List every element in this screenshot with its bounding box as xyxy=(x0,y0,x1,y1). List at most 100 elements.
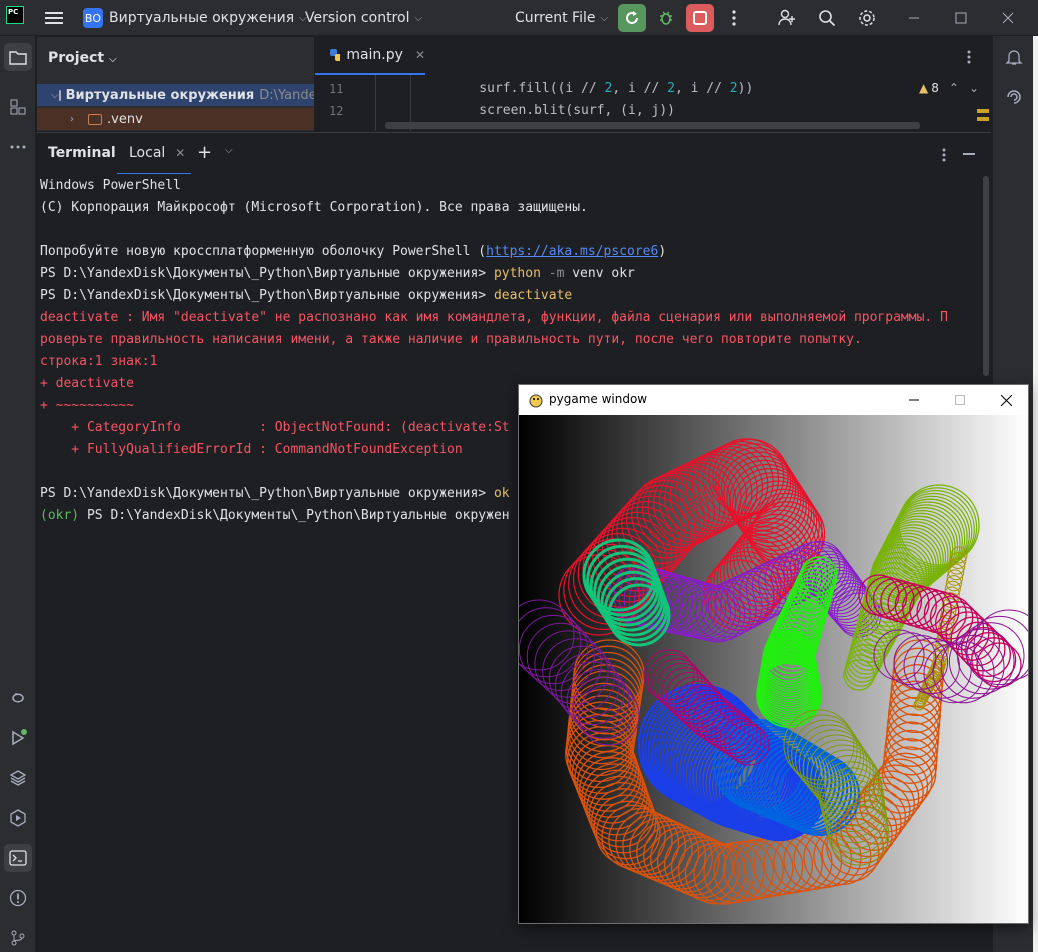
notifications-icon[interactable] xyxy=(1000,43,1028,71)
ai-assistant-icon[interactable] xyxy=(1000,83,1028,111)
project-panel: Project ⌵ ⌵ Виртуальные окружения D:\Yan… xyxy=(37,37,314,131)
terminal-line: Windows PowerShell xyxy=(40,178,181,193)
chevron-down-icon: ⌵ xyxy=(600,12,609,24)
error-stripe-marker[interactable] xyxy=(977,117,989,121)
line-number: 12 xyxy=(329,104,344,118)
title-bar: PC ВО Виртуальные окружения ⌵ Version co… xyxy=(0,0,1038,36)
chevron-down-icon: ⌵ xyxy=(414,12,423,24)
stop-icon[interactable] xyxy=(686,4,714,32)
tree-item-venv[interactable]: › .venv xyxy=(37,108,314,130)
tree-item-root[interactable]: ⌵ Виртуальные окружения D:\Yandex xyxy=(37,84,314,106)
root-folder-path: D:\Yandex xyxy=(259,87,314,103)
background-window-edge xyxy=(1033,36,1038,952)
project-folder-icon[interactable] xyxy=(4,43,32,71)
more-vertical-icon[interactable] xyxy=(942,147,946,166)
pygame-drawing xyxy=(519,415,1028,923)
code-area[interactable]: 11 12 surf.fill((i // 2, i // 2, i // 2)… xyxy=(315,75,991,131)
rerun-icon[interactable] xyxy=(618,4,646,32)
tab-label: main.py xyxy=(346,47,403,63)
terminal-line: PS D:\YandexDisk\Документы\_Python\Вирту… xyxy=(40,288,573,303)
terminal-line: PS D:\YandexDisk\Документы\_Python\Вирту… xyxy=(40,266,635,281)
root-folder-name: Виртуальные окружения xyxy=(65,87,255,103)
tab-label: Local xyxy=(129,145,166,161)
pygame-canvas[interactable] xyxy=(519,415,1028,923)
editor-panel: main.py ✕ 11 12 surf.fill((i // 2, i // … xyxy=(315,37,991,131)
venv-folder-name: .venv xyxy=(107,111,143,127)
left-tool-strip xyxy=(0,36,36,952)
python-file-icon xyxy=(330,49,341,61)
run-config-label: Current File xyxy=(515,10,596,26)
folder-icon xyxy=(58,89,61,101)
tab-local[interactable]: Local ✕ xyxy=(117,133,191,175)
chevron-down-icon: ⌵ xyxy=(51,89,59,101)
pygame-window[interactable]: pygame window xyxy=(518,384,1029,924)
maximize-icon[interactable] xyxy=(947,4,975,32)
run-icon[interactable] xyxy=(4,724,32,752)
python-console-icon[interactable] xyxy=(4,684,32,712)
folder-icon xyxy=(88,113,102,125)
terminal-error-line: + FullyQualifiedErrorId : CommandNotFoun… xyxy=(40,442,463,457)
hide-panel-icon[interactable] xyxy=(963,153,975,155)
tab-close-icon[interactable]: ✕ xyxy=(415,48,425,62)
terminal-error-line: роверьте правильность написания имени, а… xyxy=(40,332,862,347)
next-issue-icon[interactable]: ⌄ xyxy=(969,81,979,95)
problems-icon[interactable] xyxy=(4,884,32,912)
run-config-selector[interactable]: Current File ⌵ xyxy=(515,0,608,36)
terminal-scrollbar[interactable] xyxy=(983,176,989,376)
maximize-icon[interactable] xyxy=(937,385,983,415)
terminal-icon[interactable] xyxy=(4,844,32,872)
structure-icon[interactable] xyxy=(4,93,32,121)
inspection-widget[interactable]: ▲ 8 ⌃ ⌄ xyxy=(919,81,979,95)
add-terminal-icon[interactable]: + xyxy=(197,142,212,163)
project-switcher[interactable]: ВО Виртуальные окружения ⌵ xyxy=(83,0,307,36)
services-icon[interactable] xyxy=(4,804,32,832)
pygame-window-title: pygame window xyxy=(549,392,648,406)
chevron-down-icon[interactable]: ⌵ xyxy=(225,145,233,156)
terminal-line: PS D:\YandexDisk\Документы\_Python\Вирту… xyxy=(40,486,510,501)
project-name: Виртуальные окружения xyxy=(109,10,295,26)
minimize-icon[interactable] xyxy=(891,385,937,415)
pygame-title-bar[interactable]: pygame window xyxy=(519,385,1028,415)
vcs-label: Version control xyxy=(305,10,410,26)
terminal-error-line: + CategoryInfo : ObjectNotFound: (deacti… xyxy=(40,420,510,435)
warning-icon: ▲ xyxy=(919,81,929,95)
git-icon[interactable] xyxy=(4,924,32,952)
terminal-error-line: строка:1 знак:1 xyxy=(40,354,158,369)
tab-main-py[interactable]: main.py ✕ xyxy=(315,37,425,75)
debug-icon[interactable] xyxy=(652,4,680,32)
layers-icon[interactable] xyxy=(4,764,32,792)
add-user-icon[interactable] xyxy=(773,4,801,32)
terminal-error-line: deactivate : Имя "deactivate" не распозн… xyxy=(40,310,948,325)
pscore-link[interactable]: https://aka.ms/pscore6 xyxy=(486,244,658,259)
vcs-menu[interactable]: Version control ⌵ xyxy=(305,0,422,36)
line-number: 11 xyxy=(329,82,344,96)
more-vertical-icon[interactable] xyxy=(967,49,971,68)
hamburger-menu-icon[interactable] xyxy=(40,4,68,32)
warnings-count: 8 xyxy=(931,81,939,95)
search-icon[interactable] xyxy=(813,4,841,32)
close-icon[interactable] xyxy=(994,4,1022,32)
previous-issue-icon[interactable]: ⌃ xyxy=(949,81,959,95)
code-line-11: surf.fill((i // 2, i // 2, i // 2)) xyxy=(448,81,754,96)
terminal-line: Попробуйте новую кроссплатформенную обол… xyxy=(40,244,667,259)
pycharm-logo: PC xyxy=(6,6,24,24)
close-icon[interactable] xyxy=(983,385,1029,415)
code-line-12: screen.blit(surf, (i, j)) xyxy=(448,103,675,118)
terminal-error-line: + ~~~~~~~~~~ xyxy=(40,398,134,413)
more-vertical-icon[interactable] xyxy=(720,4,748,32)
terminal-error-line: + deactivate xyxy=(40,376,134,391)
project-badge: ВО xyxy=(83,8,103,28)
chevron-right-icon: › xyxy=(70,113,74,125)
tab-close-icon[interactable]: ✕ xyxy=(175,146,185,160)
project-panel-title[interactable]: Project ⌵ xyxy=(48,50,117,66)
more-horizontal-icon[interactable] xyxy=(4,133,32,161)
error-stripe-marker[interactable] xyxy=(977,109,989,113)
gutter-divider xyxy=(375,75,376,131)
terminal-line: (C) Корпорация Майкрософт (Microsoft Cor… xyxy=(40,200,588,215)
horizontal-scrollbar[interactable] xyxy=(385,122,920,129)
terminal-line: (okr) PS D:\YandexDisk\Документы\_Python… xyxy=(40,508,510,523)
pygame-snake-icon xyxy=(529,394,543,408)
minimize-icon[interactable] xyxy=(900,4,928,32)
settings-icon[interactable] xyxy=(853,4,881,32)
terminal-header: Terminal Local ✕ + ⌵ xyxy=(37,132,991,175)
